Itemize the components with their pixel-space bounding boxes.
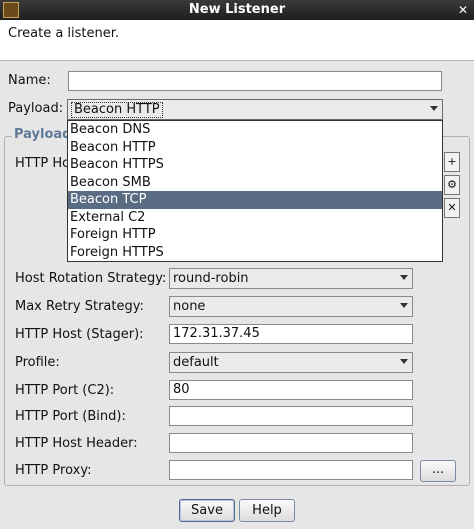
payload-option[interactable]: Beacon HTTP: [68, 139, 442, 157]
dialog-header: Create a listener.: [0, 20, 474, 61]
payload-option[interactable]: Foreign HTTPS: [68, 244, 442, 262]
profile-value: default: [173, 355, 219, 370]
payload-option[interactable]: External C2: [68, 209, 442, 227]
proxy-settings-button[interactable]: ...: [420, 460, 456, 482]
payload-select[interactable]: Beacon HTTP: [67, 99, 443, 120]
host-rotation-select[interactable]: round-robin: [169, 268, 413, 289]
new-listener-window: New Listener ✕ Create a listener. Name: …: [0, 0, 474, 529]
payload-options-title: Payload: [12, 127, 74, 142]
http-port-c2-label: HTTP Port (C2):: [15, 383, 115, 398]
chevron-down-icon: [400, 359, 408, 364]
remove-host-button[interactable]: ✕: [444, 198, 460, 218]
host-rotation-label: Host Rotation Strategy:: [15, 271, 167, 286]
title-bar[interactable]: New Listener ✕: [0, 0, 474, 20]
host-rotation-value: round-robin: [173, 271, 249, 286]
http-host-stager-label: HTTP Host (Stager):: [15, 327, 144, 342]
help-button[interactable]: Help: [239, 499, 295, 522]
http-hosts-label: HTTP Ho: [15, 156, 71, 171]
name-input[interactable]: [68, 71, 442, 91]
max-retry-value: none: [173, 299, 206, 314]
close-icon[interactable]: ✕: [456, 3, 470, 17]
payload-option[interactable]: Foreign HTTP: [68, 226, 442, 244]
name-label: Name:: [8, 73, 51, 88]
payload-option-highlighted[interactable]: Beacon TCP: [68, 191, 442, 209]
http-port-bind-label: HTTP Port (Bind):: [15, 409, 126, 424]
payload-dropdown-list: Beacon DNS Beacon HTTP Beacon HTTPS Beac…: [67, 120, 443, 262]
header-description: Create a listener.: [8, 26, 120, 41]
chevron-down-icon: [400, 275, 408, 280]
http-host-header-input[interactable]: [169, 433, 413, 453]
save-button[interactable]: Save: [179, 499, 235, 522]
chevron-down-icon: [400, 303, 408, 308]
add-host-button[interactable]: +: [444, 152, 460, 172]
max-retry-select[interactable]: none: [169, 296, 413, 317]
profile-label: Profile:: [15, 355, 60, 370]
payload-option[interactable]: Beacon DNS: [68, 121, 442, 139]
profile-select[interactable]: default: [169, 352, 413, 373]
http-host-header-label: HTTP Host Header:: [15, 436, 138, 451]
payload-option[interactable]: Beacon SMB: [68, 174, 442, 192]
edit-host-button[interactable]: ⚙: [444, 175, 460, 195]
http-port-bind-input[interactable]: [169, 406, 413, 426]
chevron-down-icon: [430, 106, 438, 111]
http-proxy-label: HTTP Proxy:: [15, 463, 92, 478]
window-title: New Listener: [188, 2, 286, 17]
http-host-stager-input[interactable]: 172.31.37.45: [169, 324, 413, 344]
max-retry-label: Max Retry Strategy:: [15, 299, 144, 314]
http-proxy-input[interactable]: [169, 460, 413, 480]
payload-option[interactable]: Beacon HTTPS: [68, 156, 442, 174]
payload-label: Payload:: [8, 101, 64, 116]
http-port-c2-input[interactable]: 80: [169, 380, 413, 400]
payload-select-value: Beacon HTTP: [71, 102, 163, 118]
